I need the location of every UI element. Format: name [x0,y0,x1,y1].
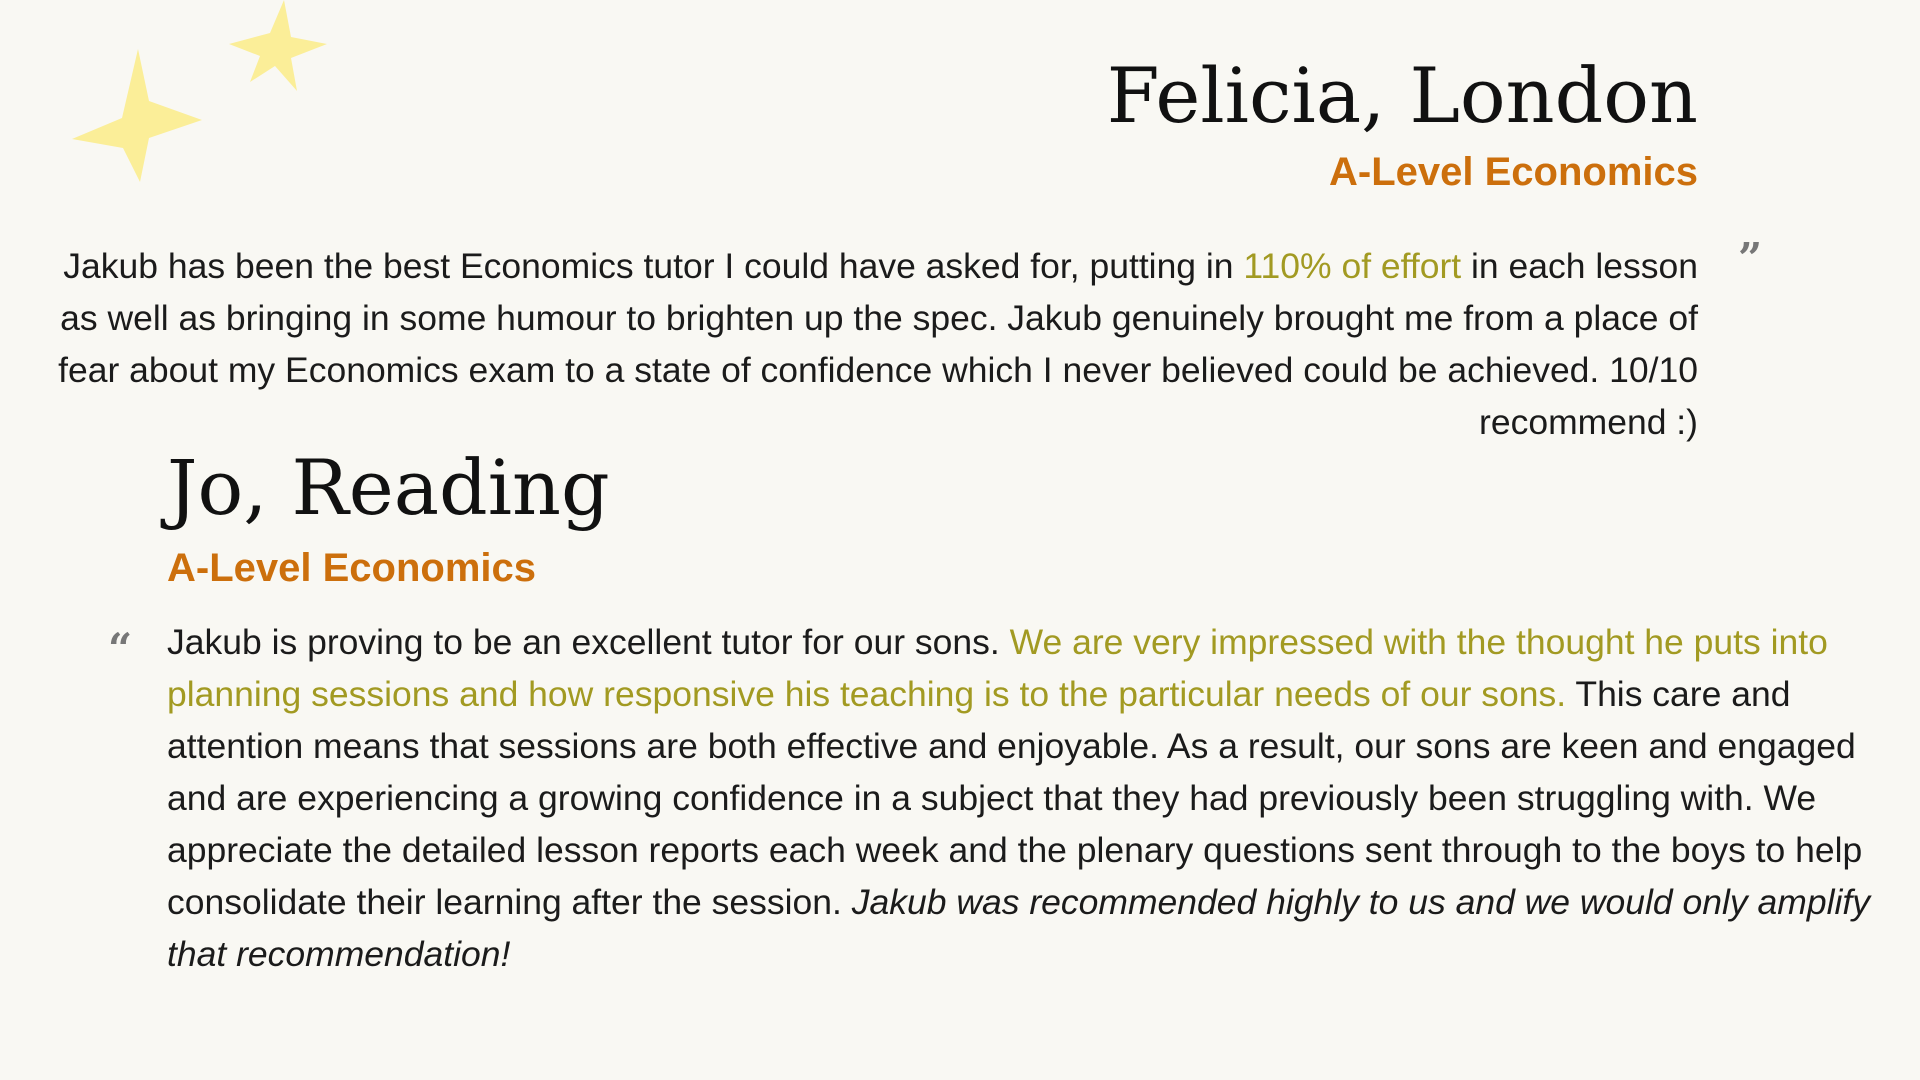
star-icon [70,48,210,188]
open-quote-icon: “ [108,624,133,673]
testimonial-quote: Jakub is proving to be an excellent tuto… [167,616,1875,980]
quote-text: Jakub is proving to be an excellent tuto… [167,622,1010,662]
reviewer-name: Jo, Reading [167,443,610,532]
star-icon [228,0,328,100]
close-quote-icon: ” [1738,234,1763,283]
reviewer-name: Felicia, London [1106,51,1698,140]
testimonial-quote: Jakub has been the best Economics tutor … [46,240,1698,448]
quote-highlight: 110% of effort [1243,246,1462,286]
reviewer-subject: A-Level Economics [1328,150,1698,194]
decorative-stars [60,0,330,190]
quote-text: Jakub has been the best Economics tutor … [63,246,1244,286]
reviewer-subject: A-Level Economics [167,546,537,590]
